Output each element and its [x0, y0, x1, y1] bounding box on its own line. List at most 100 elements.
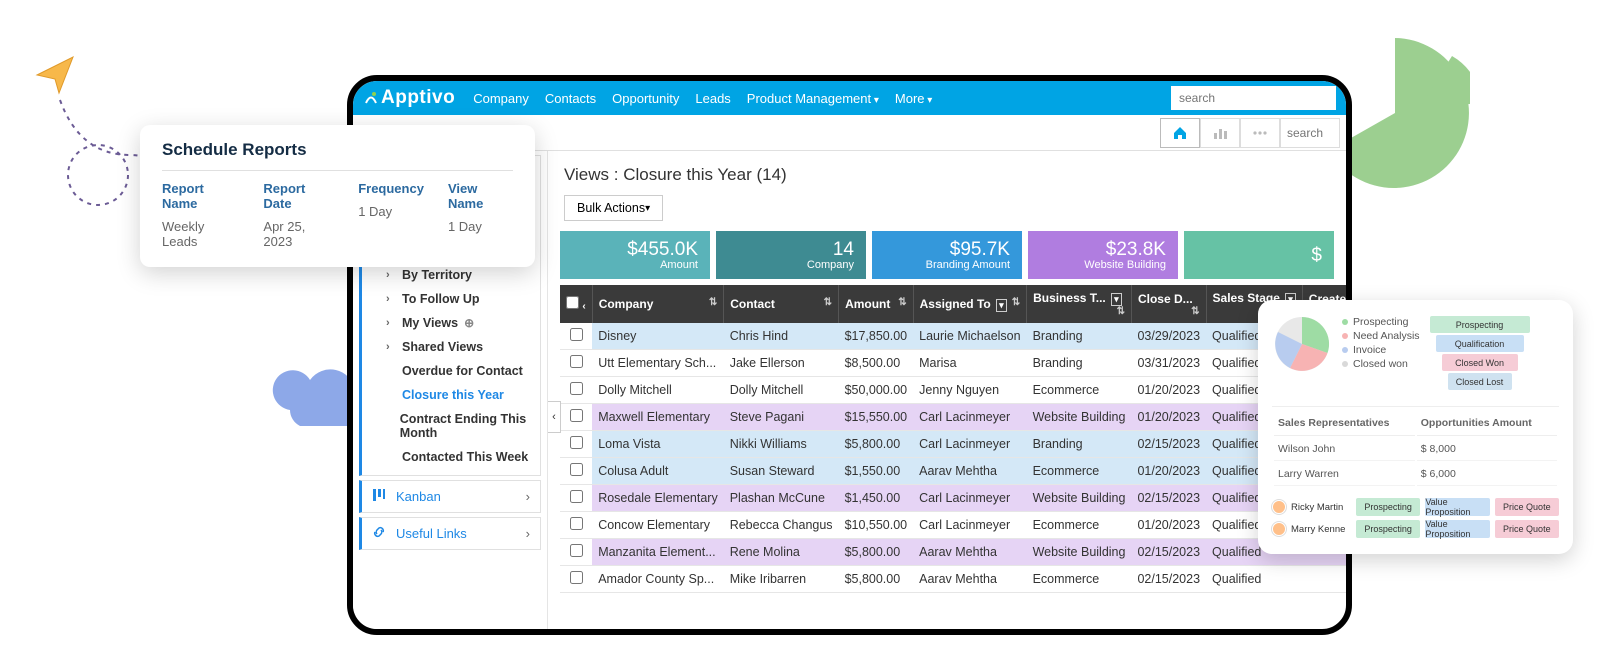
table-row[interactable]: Rosedale ElementaryPlashan McCune$1,450.… [560, 485, 1346, 512]
sidebar-item[interactable]: Closure this Year [362, 383, 540, 407]
table-row[interactable]: Dolly MitchellDolly Mitchell$50,000.00Je… [560, 377, 1346, 404]
funnel-segment: Qualification [1436, 335, 1524, 352]
add-icon[interactable]: ⊕ [464, 316, 474, 330]
view-search-input[interactable] [1280, 118, 1340, 148]
nav-item-company[interactable]: Company [473, 91, 529, 106]
nav-item-more[interactable]: More [895, 91, 932, 106]
row-checkbox[interactable] [570, 328, 583, 341]
filter-icon[interactable]: ▾ [1111, 293, 1122, 306]
avatar-icon [1272, 522, 1286, 536]
more-icon[interactable] [1240, 118, 1280, 148]
sort-icon[interactable]: ⇅ [709, 297, 717, 308]
pie-chart-icon [1272, 314, 1332, 374]
stage-chip[interactable]: Value Proposition [1425, 498, 1489, 516]
row-checkbox[interactable] [570, 571, 583, 584]
row-checkbox[interactable] [570, 436, 583, 449]
column-header[interactable]: Amount ⇅ [839, 285, 914, 323]
schedule-col-head: Frequency [358, 181, 424, 196]
schedule-col-value: 1 Day [448, 219, 513, 234]
funnel-segment: Closed Lost [1448, 373, 1512, 390]
select-all-checkbox[interactable] [566, 296, 579, 309]
sidebar-item[interactable]: Overdue for Contact [362, 359, 540, 383]
filter-icon[interactable]: ▾ [996, 299, 1007, 312]
sidebar-item[interactable]: ›My Views⊕ [362, 311, 540, 335]
column-header[interactable]: ‹ [560, 285, 592, 323]
stage-chip[interactable]: Price Quote [1495, 520, 1559, 538]
schedule-reports-card: Schedule Reports Report Name Weekly Lead… [140, 125, 535, 267]
analytics-card: ProspectingNeed AnalysisInvoiceClosed wo… [1258, 300, 1573, 554]
home-icon[interactable] [1160, 118, 1200, 148]
table-row[interactable]: Maxwell ElementarySteve Pagani$15,550.00… [560, 404, 1346, 431]
table-row[interactable]: Loma VistaNikki Williams$5,800.00Carl La… [560, 431, 1346, 458]
sort-icon[interactable]: ⇅ [1117, 306, 1125, 317]
stage-chip[interactable]: Prospecting [1356, 498, 1420, 516]
table-row[interactable]: DisneyChris Hind$17,850.00Laurie Michael… [560, 323, 1346, 350]
analytics-col-head: Sales Representatives [1274, 409, 1415, 436]
legend-item: Prospecting [1342, 316, 1420, 328]
sidebar-item[interactable]: Contacted This Week [362, 445, 540, 469]
logo: Apptivo [363, 87, 455, 109]
table-row[interactable]: Manzanita Element...Rene Molina$5,800.00… [560, 539, 1346, 566]
sort-icon[interactable]: ⇅ [1012, 297, 1020, 308]
sort-icon[interactable]: ⇅ [1191, 306, 1199, 317]
column-header[interactable]: Business T... ▾⇅ [1027, 285, 1132, 323]
table-row[interactable]: Concow ElementaryRebecca Changus$10,550.… [560, 512, 1346, 539]
nav-item-opportunity[interactable]: Opportunity [612, 91, 679, 106]
chevron-right-icon: › [526, 489, 530, 504]
sort-icon[interactable]: ⇅ [898, 297, 906, 308]
pie-legend: ProspectingNeed AnalysisInvoiceClosed wo… [1342, 314, 1420, 372]
stat-card[interactable]: $23.8KWebsite Building [1028, 231, 1178, 279]
column-header[interactable]: Close D... ⇅ [1131, 285, 1206, 323]
funnel-chart: Prospecting Qualification Closed Won Closed… [1430, 314, 1530, 392]
rep-row: Marry KenneProspectingValue PropositionP… [1272, 520, 1559, 538]
top-nav: Apptivo Company Contacts Opportunity Leads P… [353, 81, 1346, 115]
table-row[interactable]: Amador County Sp...Mike Iribarren$5,800.… [560, 566, 1346, 593]
chart-icon[interactable] [1200, 118, 1240, 148]
sidebar-item[interactable]: ›Shared Views [362, 335, 540, 359]
global-search-input[interactable] [1171, 86, 1336, 110]
stats-row: $455.0KAmount14Company$95.7KBranding Amo… [560, 231, 1334, 279]
row-checkbox[interactable] [570, 463, 583, 476]
sidebar-kanban-section[interactable]: Kanban › [359, 480, 541, 513]
table-row[interactable]: Colusa AdultSusan Steward$1,550.00Aarav … [560, 458, 1346, 485]
row-checkbox[interactable] [570, 517, 583, 530]
analytics-row: Larry Warren$ 6,000 [1274, 463, 1557, 486]
row-checkbox[interactable] [570, 409, 583, 422]
legend-item: Invoice [1342, 344, 1420, 356]
bulk-actions-button[interactable]: Bulk Actions [564, 195, 663, 221]
stage-chip[interactable]: Price Quote [1495, 498, 1559, 516]
sort-icon[interactable]: ⇅ [824, 297, 832, 308]
chevron-right-icon: › [386, 293, 396, 305]
stat-card-overflow[interactable]: $ [1184, 231, 1334, 279]
chevron-right-icon: › [526, 526, 530, 541]
stat-card[interactable]: $95.7KBranding Amount [872, 231, 1022, 279]
stage-chip[interactable]: Value Proposition [1425, 520, 1489, 538]
divider [162, 170, 513, 171]
schedule-col-head: Report Date [263, 181, 334, 211]
view-title: Views : Closure this Year (14) [564, 165, 1334, 185]
table-row[interactable]: Utt Elementary Sch...Jake Ellerson$8,500… [560, 350, 1346, 377]
column-header[interactable]: Assigned To ▾⇅ [913, 285, 1026, 323]
row-checkbox[interactable] [570, 382, 583, 395]
sidebar-collapse-icon[interactable]: ‹ [548, 401, 561, 433]
sidebar-item[interactable]: ›To Follow Up [362, 287, 540, 311]
schedule-col-value: 1 Day [358, 204, 424, 219]
nav-item-leads[interactable]: Leads [695, 91, 730, 106]
schedule-col-value: Apr 25, 2023 [263, 219, 334, 249]
funnel-segment: Closed Won [1442, 354, 1518, 371]
sidebar-useful-links-section[interactable]: Useful Links › [359, 517, 541, 550]
nav-item-product-management[interactable]: Product Management [747, 91, 879, 106]
chevron-right-icon: › [386, 341, 396, 353]
legend-item: Closed won [1342, 358, 1420, 370]
nav-item-contacts[interactable]: Contacts [545, 91, 596, 106]
stage-chip[interactable]: Prospecting [1356, 520, 1420, 538]
stat-card[interactable]: $455.0KAmount [560, 231, 710, 279]
sidebar-item[interactable]: Contract Ending This Month [362, 407, 540, 445]
funnel-segment: Prospecting [1430, 316, 1530, 333]
column-header[interactable]: Contact ⇅ [724, 285, 839, 323]
row-checkbox[interactable] [570, 544, 583, 557]
row-checkbox[interactable] [570, 490, 583, 503]
column-header[interactable]: Company ⇅ [592, 285, 724, 323]
stat-card[interactable]: 14Company [716, 231, 866, 279]
row-checkbox[interactable] [570, 355, 583, 368]
